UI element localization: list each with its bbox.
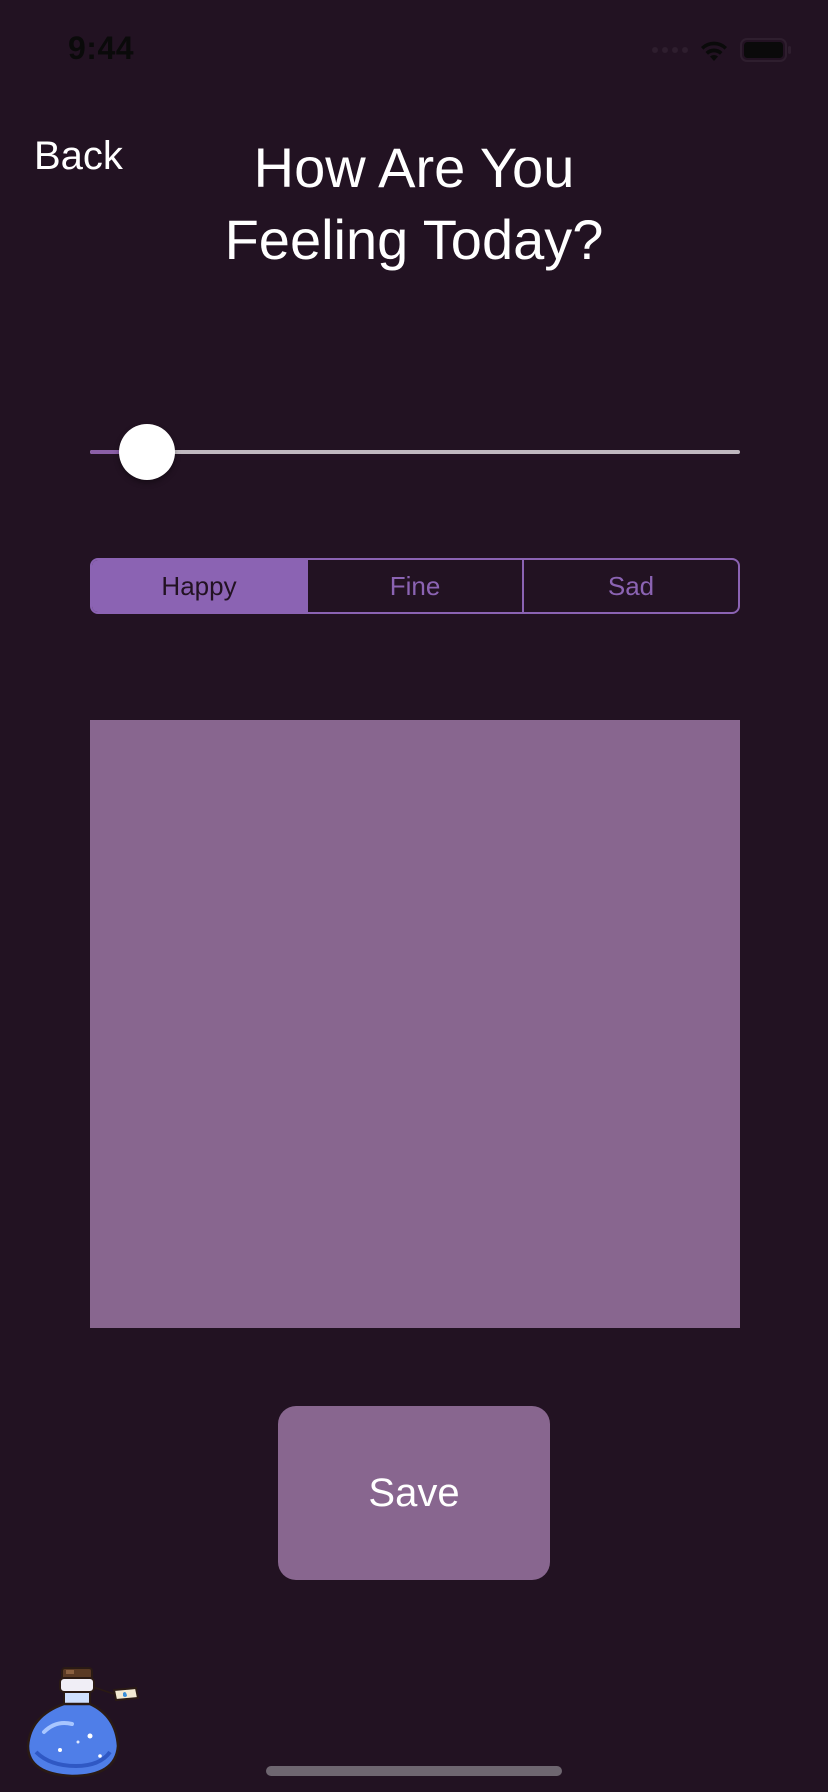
wifi-icon: [701, 41, 727, 61]
segment-happy[interactable]: Happy: [92, 560, 306, 612]
slider-thumb[interactable]: [119, 424, 175, 480]
home-indicator: [266, 1766, 562, 1776]
page-title: How Are You Feeling Today?: [164, 132, 664, 276]
segment-fine[interactable]: Fine: [306, 560, 522, 612]
page-title-line-2: Feeling Today?: [224, 208, 604, 271]
mood-slider[interactable]: [90, 424, 740, 480]
battery-icon: [740, 38, 791, 62]
signal-icon: [652, 47, 688, 53]
potion-bottle-icon[interactable]: [20, 1662, 144, 1780]
page-title-line-1: How Are You: [253, 136, 575, 199]
segment-sad[interactable]: Sad: [522, 560, 738, 612]
screen: 9:44 Back How Are You Feeling Today? Hap…: [0, 0, 828, 1792]
mood-segmented-control: Happy Fine Sad: [90, 558, 740, 614]
status-time: 9:44: [68, 30, 135, 66]
mood-content-area: [90, 720, 740, 1328]
back-button[interactable]: Back: [34, 134, 123, 179]
save-button[interactable]: Save: [278, 1406, 550, 1580]
slider-track: [90, 450, 740, 454]
status-icons: [652, 36, 792, 64]
